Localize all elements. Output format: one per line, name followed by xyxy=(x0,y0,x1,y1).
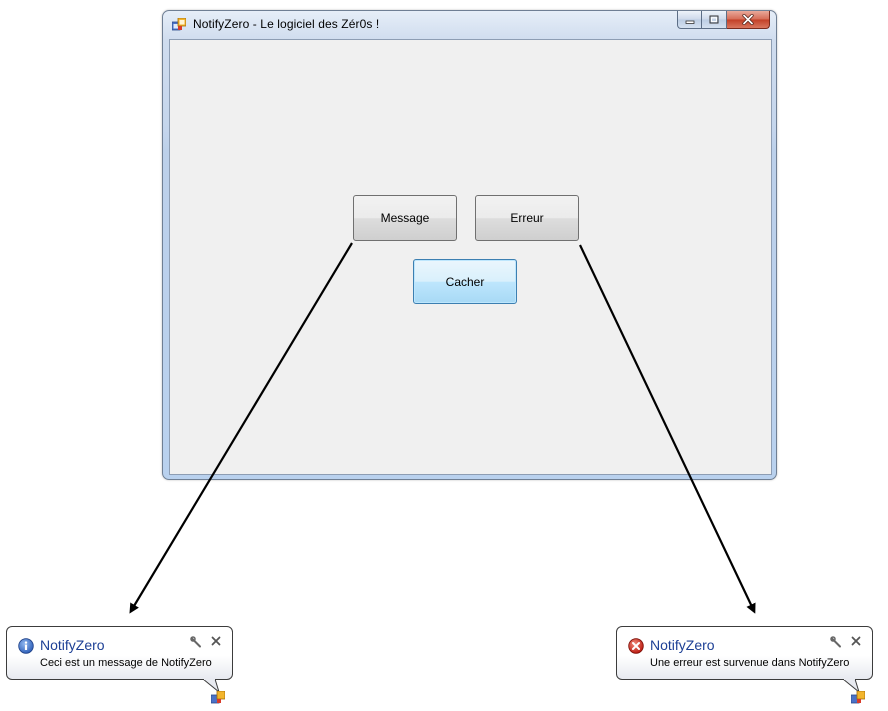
info-notification-text: Ceci est un message de NotifyZero xyxy=(40,657,212,669)
info-notification-balloon[interactable]: NotifyZero Ceci est un message de Notify… xyxy=(6,626,233,680)
info-notification-title: NotifyZero xyxy=(40,637,105,653)
error-button[interactable]: Erreur xyxy=(475,195,579,241)
close-icon xyxy=(742,14,754,25)
error-notification-text: Une erreur est survenue dans NotifyZero xyxy=(650,657,850,669)
wrench-icon[interactable] xyxy=(190,636,202,648)
form-client-area xyxy=(169,39,772,475)
caption-buttons xyxy=(677,11,770,31)
error-notification-title: NotifyZero xyxy=(650,637,715,653)
title-bar[interactable]: NotifyZero - Le logiciel des Zér0s ! xyxy=(163,11,776,39)
error-icon xyxy=(628,638,644,654)
wrench-icon[interactable] xyxy=(830,636,842,648)
minimize-icon xyxy=(685,20,694,24)
error-notification-balloon[interactable]: NotifyZero Une erreur est survenue dans … xyxy=(616,626,873,680)
tray-app-icon[interactable] xyxy=(211,691,225,705)
close-button[interactable] xyxy=(727,11,770,29)
main-window: NotifyZero - Le logiciel des Zér0s ! xyxy=(162,10,777,480)
message-button[interactable]: Message xyxy=(353,195,457,241)
tray-app-icon[interactable] xyxy=(851,691,865,705)
windows-form-icon xyxy=(172,18,186,31)
maximize-icon xyxy=(709,15,719,24)
hide-button[interactable]: Cacher xyxy=(413,259,517,304)
minimize-button[interactable] xyxy=(677,11,702,29)
window-title: NotifyZero - Le logiciel des Zér0s ! xyxy=(193,17,380,31)
info-icon xyxy=(18,638,34,654)
info-close-icon[interactable] xyxy=(210,635,222,647)
maximize-button[interactable] xyxy=(702,11,727,29)
error-close-icon[interactable] xyxy=(850,635,862,647)
